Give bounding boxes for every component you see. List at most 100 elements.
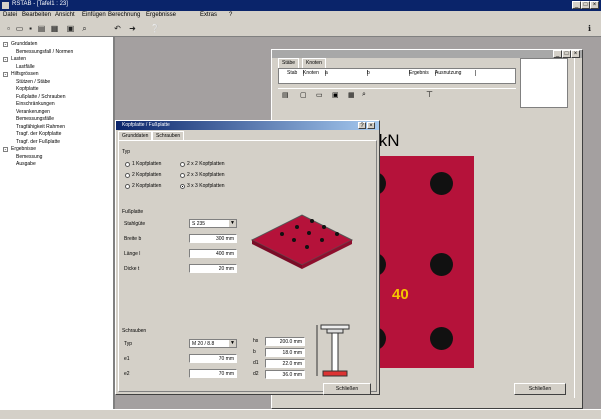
- table-panel: Stäbe Knoten Stab Knoten a b Ergebnis Ausnutz…: [276, 58, 518, 124]
- menu-extras[interactable]: Extras: [200, 12, 217, 18]
- menu-view[interactable]: Ansicht: [55, 12, 75, 18]
- type-radio[interactable]: [125, 173, 130, 178]
- menu-file[interactable]: Datei: [3, 12, 17, 18]
- tree-item[interactable]: Ausgabe: [16, 161, 36, 167]
- preview-pane: [520, 58, 568, 108]
- column-header[interactable]: b: [367, 70, 410, 76]
- plate-group-label: Fußplatte: [122, 209, 144, 215]
- type-radio-label: 1 Kopfplatten: [132, 161, 162, 167]
- length-field[interactable]: 400 mm: [189, 249, 237, 258]
- tree-item[interactable]: Tragf. der Kopfplatte: [16, 131, 61, 137]
- menu-calc[interactable]: Berechnung: [108, 12, 140, 18]
- result-maximize-button[interactable]: □: [562, 50, 571, 58]
- steel-grade-select[interactable]: S 235 ▼: [189, 219, 237, 228]
- tree-item[interactable]: Stützen / Stäbe: [16, 79, 50, 85]
- bolt-dim-field[interactable]: 200.0 mm: [265, 337, 305, 346]
- type-radio[interactable]: [180, 173, 185, 178]
- undo-icon[interactable]: ↶: [113, 24, 122, 33]
- type-radio[interactable]: [180, 162, 185, 167]
- menu-edit[interactable]: Bearbeiten: [22, 12, 51, 18]
- column-header[interactable]: Ergebnis: [409, 70, 436, 76]
- tree-item[interactable]: Tragf. der Fußplatte: [16, 139, 60, 145]
- column-header[interactable]: Knoten: [303, 70, 326, 76]
- steel-grade-label: Stahlgüte: [124, 221, 146, 227]
- bolt-diagram: [316, 324, 350, 377]
- bolt-dim-field[interactable]: 36.0 mm: [265, 370, 305, 379]
- tree-item[interactable]: Grunddaten: [11, 41, 37, 47]
- bolt-dim-label: hs: [253, 338, 259, 344]
- tree-item[interactable]: Hilfsgrössen: [11, 71, 39, 77]
- paste-icon[interactable]: ▭: [316, 91, 323, 99]
- chevron-down-icon: ▼: [229, 220, 236, 227]
- results-table[interactable]: Stab Knoten a b Ergebnis Ausnutzung: [278, 68, 516, 84]
- e1-label: e1: [124, 356, 130, 362]
- column-header[interactable]: a: [325, 70, 368, 76]
- dialog-body: Typ 1 Kopfplatten 2 x 2 Kopfplatten 2 Kopf…: [118, 140, 377, 395]
- bolt-dim-field[interactable]: 18.0 mm: [265, 348, 305, 357]
- tree-item[interactable]: Bemessungsfälle: [16, 116, 54, 122]
- tree-item[interactable]: Fußplatte / Schrauben: [16, 94, 65, 100]
- filter-icon[interactable]: ▦: [348, 91, 355, 99]
- tree-expander-icon[interactable]: -: [3, 147, 8, 153]
- bolt-type-select[interactable]: M 20 / 8.8 ▼: [189, 339, 237, 348]
- tree-item[interactable]: Bemessung: [16, 154, 42, 160]
- thickness-field[interactable]: 20 mm: [189, 264, 237, 273]
- tree-item[interactable]: Lasten: [11, 56, 26, 62]
- tab-nodes[interactable]: Knoten: [302, 58, 326, 68]
- center-value: 40: [392, 286, 409, 303]
- preview-icon[interactable]: ▦: [50, 24, 59, 33]
- result-minimize-button[interactable]: _: [553, 50, 562, 58]
- menu-help[interactable]: ?: [229, 12, 232, 18]
- copy-icon[interactable]: ▢: [300, 91, 307, 99]
- menu-results[interactable]: Ergebnisse: [146, 12, 176, 18]
- search-icon[interactable]: ⌕: [80, 24, 89, 33]
- arrow-icon[interactable]: ➜: [128, 24, 137, 33]
- e1-field[interactable]: 70 mm: [189, 354, 237, 363]
- print-table-icon[interactable]: ▤: [282, 91, 289, 99]
- tree-item[interactable]: Ergebnisse: [11, 146, 36, 152]
- tree-item[interactable]: Verankerungen: [16, 109, 50, 115]
- maximize-button[interactable]: □: [581, 1, 590, 9]
- type-radio[interactable]: [125, 162, 130, 167]
- menu-bar: Datei Bearbeiten Ansicht Einfügen Berech…: [0, 11, 601, 21]
- minimize-button[interactable]: _: [572, 1, 581, 9]
- column-header[interactable]: Ausnutzung: [435, 70, 476, 76]
- width-field[interactable]: 300 mm: [189, 234, 237, 243]
- tab-bars[interactable]: Stäbe: [278, 58, 300, 68]
- tree-item[interactable]: Kopfplatte: [16, 86, 39, 92]
- type-radio[interactable]: [125, 184, 130, 189]
- new-file-icon[interactable]: ▫: [4, 24, 13, 33]
- type-radio[interactable]: [180, 184, 185, 189]
- tree-item[interactable]: Einschränkungen: [16, 101, 55, 107]
- tree-item[interactable]: Bemessungsfall / Normen: [16, 49, 73, 55]
- plate-3d-diagram: [250, 214, 354, 269]
- result-close-button-bottom[interactable]: Schließen: [514, 383, 566, 395]
- pin-icon[interactable]: ⊤: [426, 90, 433, 99]
- info-icon[interactable]: ℹ: [585, 24, 594, 33]
- dialog-close-button-bottom[interactable]: Schließen: [323, 383, 371, 395]
- tree-expander-icon[interactable]: -: [3, 57, 8, 63]
- tree-expander-icon[interactable]: -: [3, 72, 8, 78]
- menu-insert[interactable]: Einfügen: [82, 12, 106, 18]
- tree-item[interactable]: Tragfähigkeit Rahmen: [16, 124, 65, 130]
- close-button[interactable]: ×: [590, 1, 599, 9]
- export-icon[interactable]: ▣: [332, 91, 339, 99]
- tree-expander-icon[interactable]: -: [3, 42, 8, 48]
- open-folder-icon[interactable]: ▭: [15, 24, 24, 33]
- dialog-help-button[interactable]: ?: [358, 122, 366, 129]
- vertical-scrollbar[interactable]: [574, 58, 582, 398]
- bolt-dim-field[interactable]: 22.0 mm: [265, 359, 305, 368]
- column-header[interactable]: Stab: [287, 70, 304, 76]
- table-icon[interactable]: ▣: [66, 24, 75, 33]
- e2-field[interactable]: 70 mm: [189, 369, 237, 378]
- dialog-close-button[interactable]: ×: [367, 122, 375, 129]
- result-window-titlebar: [272, 50, 582, 58]
- result-close-button[interactable]: ×: [571, 50, 580, 58]
- save-icon[interactable]: ▪: [26, 24, 35, 33]
- app-titlebar: RSTAB - [Tafel1 : 23] _ □ ×: [0, 0, 601, 11]
- zoom-icon[interactable]: ⌕: [362, 91, 366, 99]
- tree-item[interactable]: Lastfälle: [16, 64, 35, 70]
- help-icon[interactable]: ❔: [150, 24, 160, 33]
- print-icon[interactable]: ▤: [37, 24, 46, 33]
- app-title: RSTAB - [Tafel1 : 23]: [12, 1, 68, 7]
